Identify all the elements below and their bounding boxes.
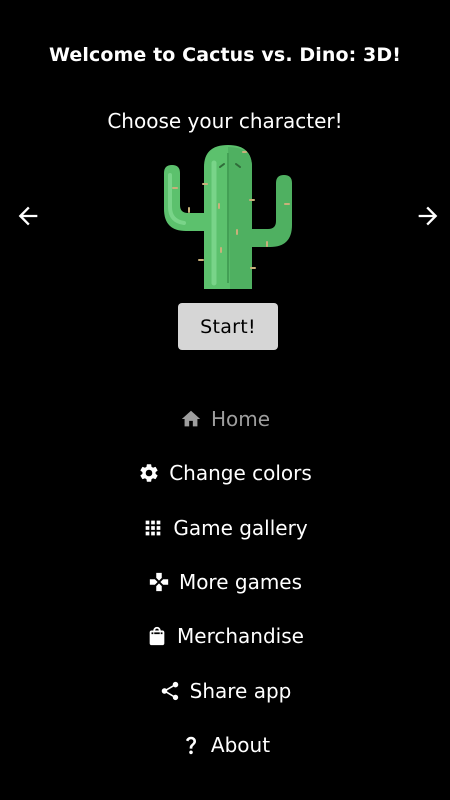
menu-item-more-games[interactable]: More games [0, 555, 450, 609]
page-title: Welcome to Cactus vs. Dino: 3D! [49, 44, 401, 66]
menu-item-label: About [210, 732, 271, 757]
menu-item-label: More games [178, 570, 303, 595]
character-prompt: Choose your character! [107, 109, 343, 133]
next-character-arrow-icon[interactable] [414, 202, 442, 230]
home-icon [180, 408, 202, 430]
menu-item-label: Home [210, 407, 271, 432]
menu-item-share-app[interactable]: Share app [0, 663, 450, 717]
share-icon [159, 680, 181, 702]
start-button[interactable]: Start! [178, 303, 278, 350]
menu-item-home[interactable]: Home [0, 392, 450, 446]
menu-item-change-colors[interactable]: Change colors [0, 446, 450, 500]
menu-item-game-gallery[interactable]: Game gallery [0, 501, 450, 555]
menu-item-label: Merchandise [177, 624, 304, 649]
cactus-character-image [158, 143, 298, 289]
menu-item-label: Change colors [169, 461, 312, 486]
shopping-bag-icon [146, 625, 168, 647]
previous-character-arrow-icon[interactable] [14, 202, 42, 230]
menu-item-about[interactable]: About [0, 718, 450, 772]
grid-icon [142, 517, 164, 539]
menu-item-label: Game gallery [173, 515, 308, 540]
main-menu: Home Change colors Game gallery More gam… [0, 392, 450, 772]
gear-icon [138, 462, 160, 484]
menu-item-label: Share app [189, 678, 292, 703]
question-icon [180, 734, 202, 756]
menu-item-merchandise[interactable]: Merchandise [0, 609, 450, 663]
gamepad-icon [148, 571, 170, 593]
